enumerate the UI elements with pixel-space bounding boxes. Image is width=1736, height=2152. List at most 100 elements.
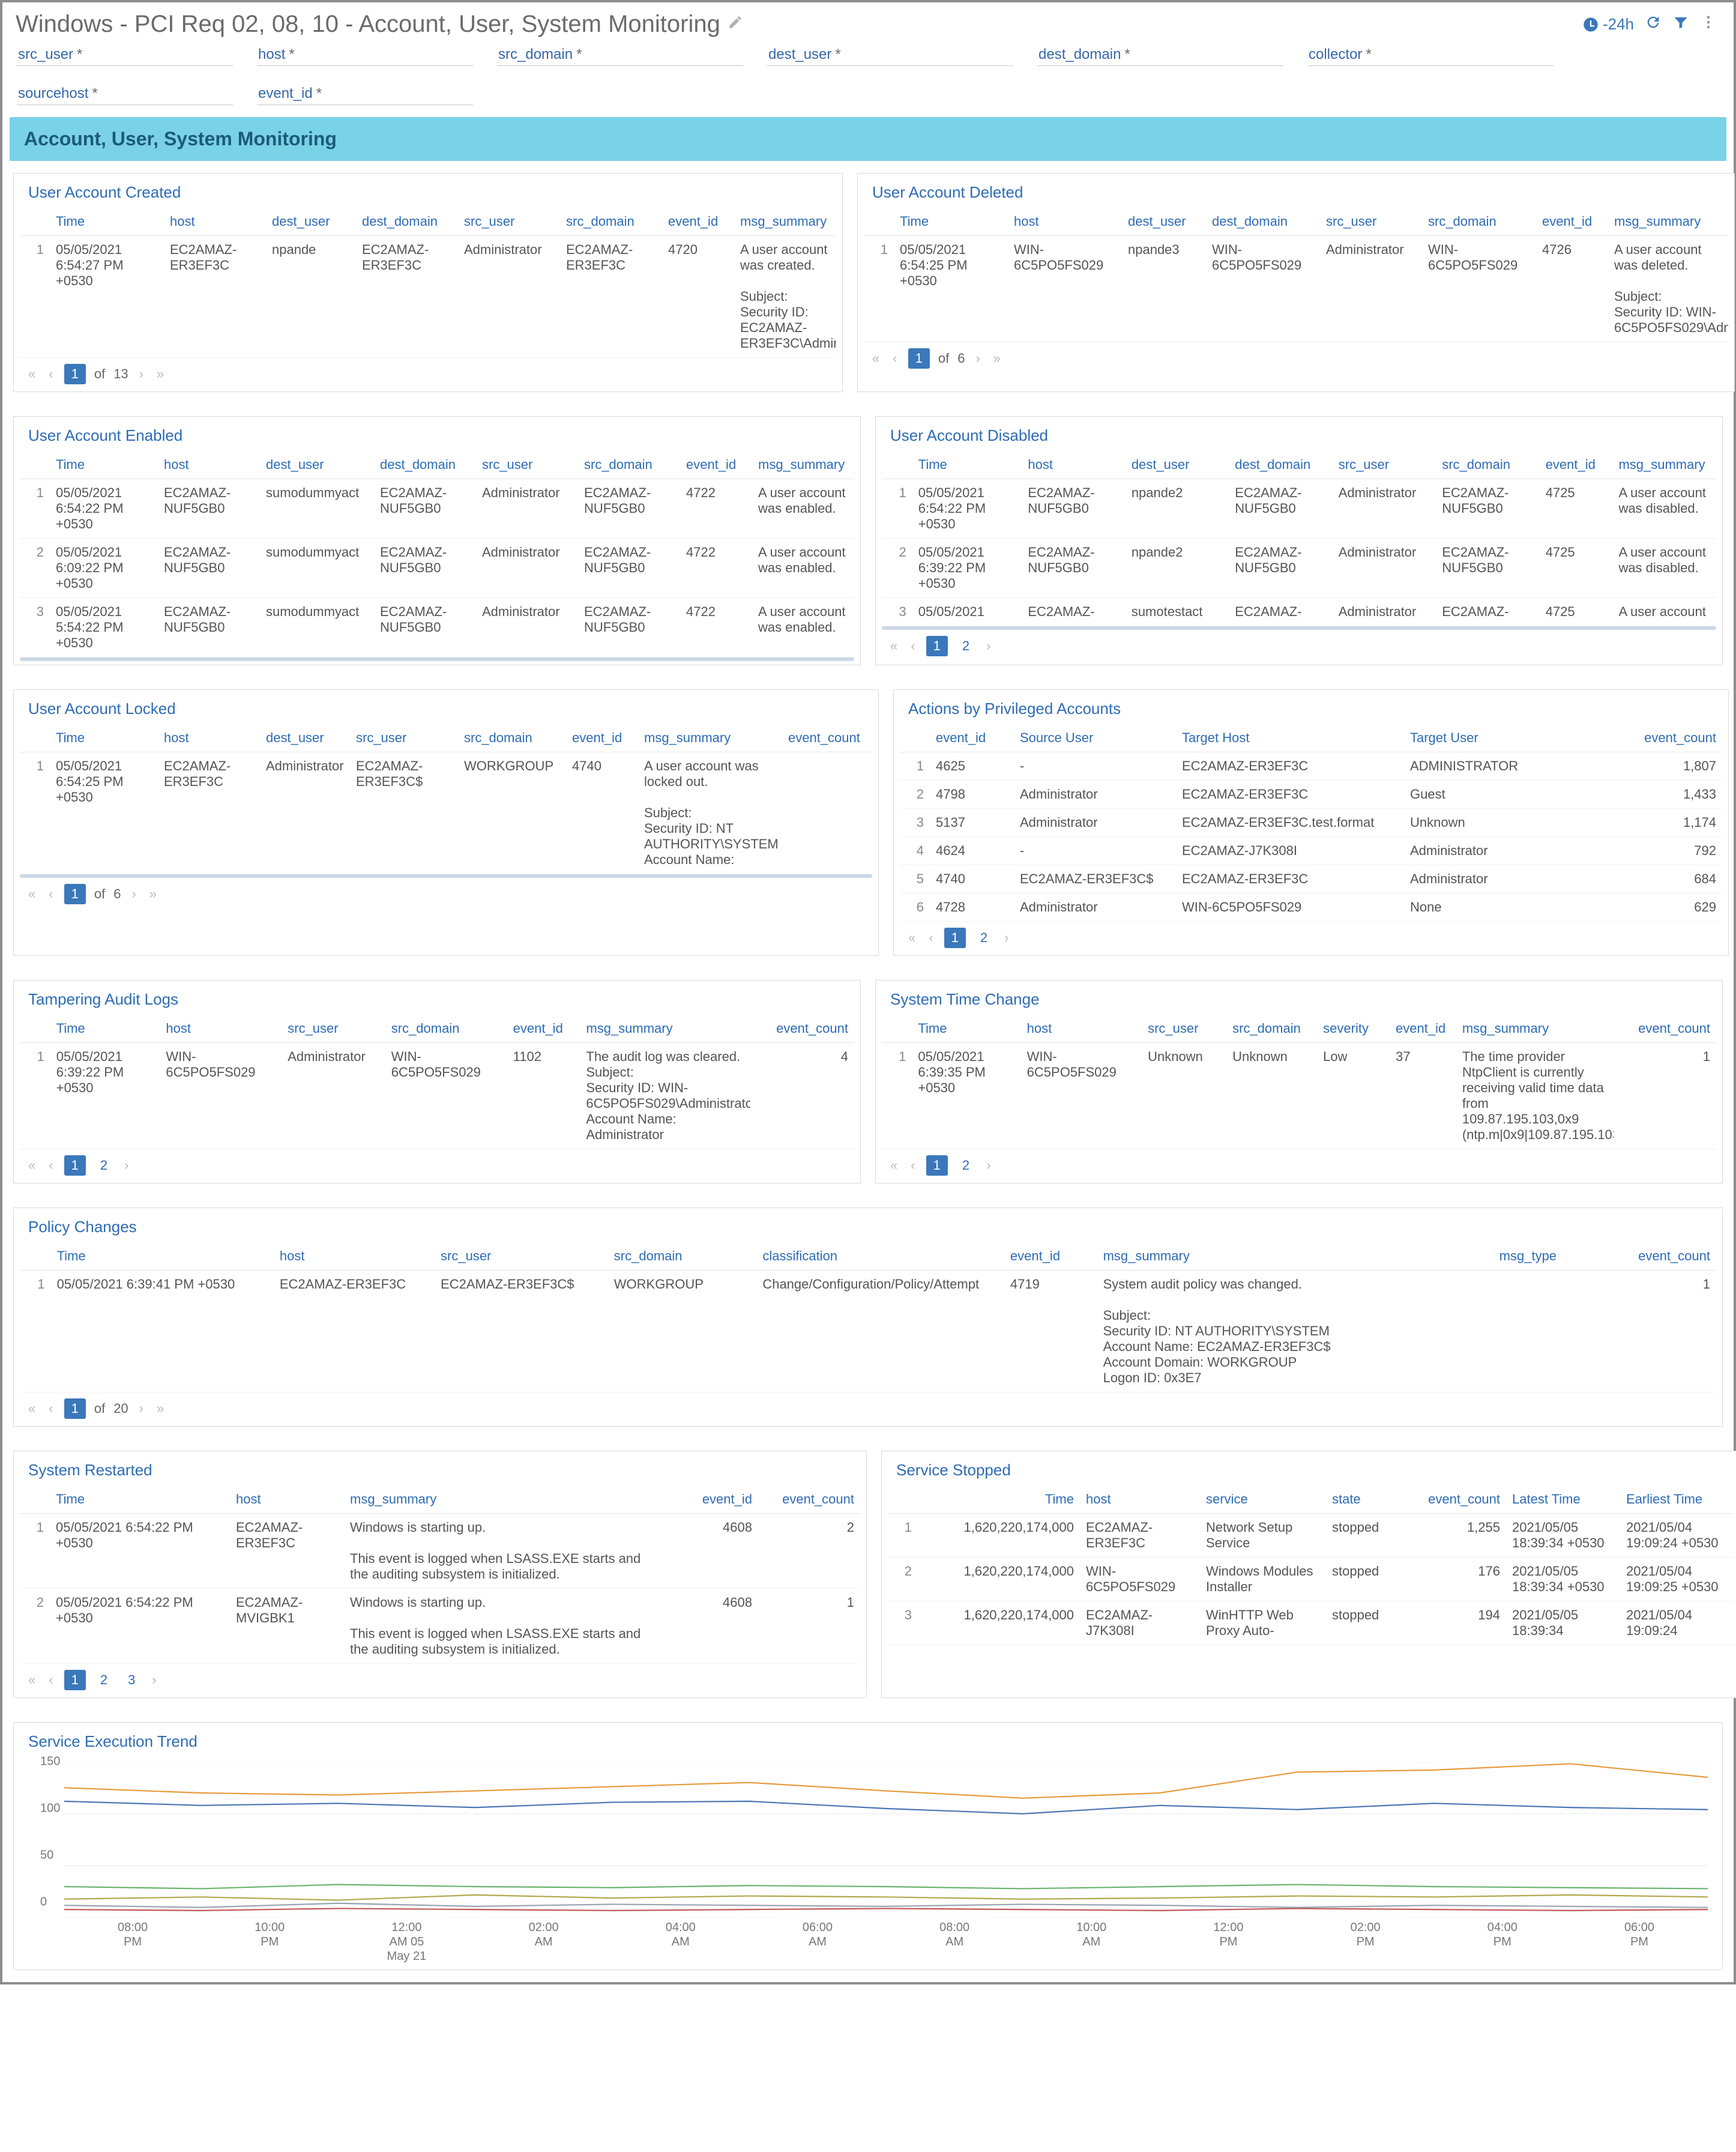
col-header[interactable]: src_domain	[578, 451, 680, 479]
col-header[interactable]: event_id	[930, 724, 1014, 752]
h-scroll-indicator[interactable]	[20, 657, 854, 661]
col-header[interactable]: host	[164, 208, 266, 236]
table-row[interactable]: 54740EC2AMAZ-ER3EF3C$EC2AMAZ-ER3EF3CAdmi…	[900, 865, 1722, 893]
col-header[interactable]: event_id	[1536, 208, 1608, 236]
next-page-icon[interactable]: ›	[129, 885, 138, 903]
table-row[interactable]: 11,620,220,174,000EC2AMAZ-ER3EF3CNetwork…	[888, 1514, 1734, 1558]
col-header[interactable]: msg_summary	[638, 724, 782, 752]
col-header[interactable]: src_domain	[1226, 1015, 1317, 1043]
first-page-icon[interactable]: «	[26, 1671, 38, 1689]
col-header[interactable]: src_domain	[458, 724, 566, 752]
col-header[interactable]: dest_domain	[356, 208, 458, 236]
col-header[interactable]: Time	[50, 208, 164, 236]
col-header[interactable]: event_id	[668, 1486, 758, 1514]
table-row[interactable]: 44624-EC2AMAZ-J7K308IAdministrator792	[900, 837, 1722, 865]
col-header[interactable]: host	[274, 1242, 435, 1271]
col-header[interactable]: msg_summary	[1456, 1015, 1614, 1043]
col-header[interactable]: event_id	[680, 451, 752, 479]
next-page-icon[interactable]: ›	[1002, 929, 1011, 947]
prev-page-icon[interactable]: ‹	[908, 637, 917, 655]
col-header[interactable]: src_user	[282, 1015, 385, 1043]
col-header[interactable]: event_count	[1410, 1486, 1506, 1514]
col-header[interactable]: msg_summary	[1612, 451, 1716, 479]
col-header[interactable]: Target Host	[1176, 724, 1404, 752]
prev-page-icon[interactable]: ‹	[46, 1400, 55, 1418]
page-btn[interactable]: 2	[974, 928, 993, 948]
filter-src_user[interactable]: src_user*	[17, 45, 233, 66]
col-header[interactable]: dest_user	[1122, 208, 1206, 236]
table-row[interactable]: 305/05/2021 5:54:22 PM +0530EC2AMAZ-NUF5…	[20, 598, 854, 657]
col-header[interactable]: event_id	[507, 1015, 580, 1043]
next-page-icon[interactable]: ›	[149, 1671, 158, 1689]
col-header[interactable]: event_id	[1004, 1242, 1097, 1271]
first-page-icon[interactable]: «	[26, 1400, 38, 1418]
col-header[interactable]: event_count	[782, 724, 872, 752]
col-header[interactable]: service	[1200, 1486, 1326, 1514]
table-row[interactable]: 21,620,220,174,000WIN-6C5PO5FS029Windows…	[888, 1558, 1734, 1601]
refresh-icon[interactable]	[1645, 14, 1662, 35]
col-header[interactable]: host	[1021, 1015, 1142, 1043]
page-btn[interactable]: 2	[94, 1670, 113, 1690]
col-header[interactable]: host	[158, 451, 260, 479]
filter-icon[interactable]	[1672, 14, 1689, 35]
page-btn[interactable]: 1	[926, 636, 948, 656]
page-btn[interactable]: 3	[122, 1670, 141, 1690]
page-btn[interactable]: 1	[64, 1670, 86, 1690]
table-row[interactable]: 24798AdministratorEC2AMAZ-ER3EF3CGuest1,…	[900, 781, 1722, 809]
col-header[interactable]: event_id	[662, 208, 734, 236]
last-page-icon[interactable]: »	[991, 349, 1003, 367]
col-header[interactable]: src_user	[1320, 208, 1422, 236]
col-header[interactable]: Time	[912, 1015, 1020, 1043]
prev-page-icon[interactable]: ‹	[46, 1156, 55, 1174]
col-header[interactable]: host	[230, 1486, 344, 1514]
last-page-icon[interactable]: »	[154, 365, 166, 383]
col-header[interactable]: Source User	[1014, 724, 1176, 752]
col-header[interactable]: msg_type	[1493, 1242, 1605, 1271]
col-header[interactable]: state	[1326, 1486, 1410, 1514]
page-btn[interactable]: 1	[944, 928, 966, 948]
col-header[interactable]: msg_summary	[1097, 1242, 1493, 1271]
col-header[interactable]: event_count	[1614, 1015, 1716, 1043]
table-row[interactable]: 105/05/2021 6:54:22 PM +0530EC2AMAZ-NUF5…	[882, 479, 1716, 539]
next-page-icon[interactable]: ›	[137, 1400, 146, 1418]
col-header[interactable]: src_domain	[1436, 451, 1539, 479]
filter-collector[interactable]: collector*	[1307, 45, 1554, 66]
col-header[interactable]: dest_user	[1126, 451, 1229, 479]
first-page-icon[interactable]: «	[870, 349, 882, 367]
col-header[interactable]: Earliest Time	[1620, 1486, 1734, 1514]
col-header[interactable]: event_id	[566, 724, 638, 752]
col-header[interactable]: event_count	[1605, 1242, 1716, 1271]
col-header[interactable]: event_count	[1620, 724, 1722, 752]
current-page[interactable]: 1	[64, 1398, 86, 1419]
prev-page-icon[interactable]: ‹	[46, 1671, 55, 1689]
col-header[interactable]: msg_summary	[1608, 208, 1728, 236]
col-header[interactable]: Time	[50, 1486, 230, 1514]
table-row[interactable]: 105/05/2021 6:54:22 PM +0530EC2AMAZ-ER3E…	[20, 1514, 860, 1589]
table-row[interactable]: 105/05/2021 6:39:22 PM +0530WIN-6C5PO5FS…	[20, 1043, 854, 1149]
current-page[interactable]: 1	[64, 364, 86, 384]
col-header[interactable]: host	[158, 724, 260, 752]
col-header[interactable]: host	[160, 1015, 282, 1043]
col-header[interactable]: src_user	[1142, 1015, 1226, 1043]
col-header[interactable]: event_count	[750, 1015, 854, 1043]
col-header[interactable]: Latest Time	[1506, 1486, 1620, 1514]
last-page-icon[interactable]: »	[147, 885, 159, 903]
col-header[interactable]: Time	[51, 1242, 274, 1271]
col-header[interactable]: Time	[918, 1486, 1080, 1514]
next-page-icon[interactable]: ›	[984, 1156, 993, 1174]
col-header[interactable]: dest_domain	[1229, 451, 1332, 479]
next-page-icon[interactable]: ›	[122, 1156, 131, 1174]
table-row[interactable]: 14625-EC2AMAZ-ER3EF3CADMINISTRATOR1,807	[900, 752, 1722, 781]
first-page-icon[interactable]: «	[906, 929, 918, 947]
page-btn[interactable]: 2	[956, 1155, 975, 1176]
col-header[interactable]: msg_summary	[734, 208, 836, 236]
table-row[interactable]: 205/05/2021 6:54:22 PM +0530EC2AMAZ-MVIG…	[20, 1589, 860, 1664]
col-header[interactable]: event_id	[1390, 1015, 1456, 1043]
col-header[interactable]: classification	[756, 1242, 1004, 1271]
next-page-icon[interactable]: ›	[973, 349, 982, 367]
first-page-icon[interactable]: «	[888, 1156, 900, 1174]
table-row[interactable]: 205/05/2021 6:09:22 PM +0530EC2AMAZ-NUF5…	[20, 539, 854, 598]
more-icon[interactable]	[1700, 14, 1717, 35]
first-page-icon[interactable]: «	[26, 885, 38, 903]
page-btn[interactable]: 1	[64, 1155, 86, 1176]
